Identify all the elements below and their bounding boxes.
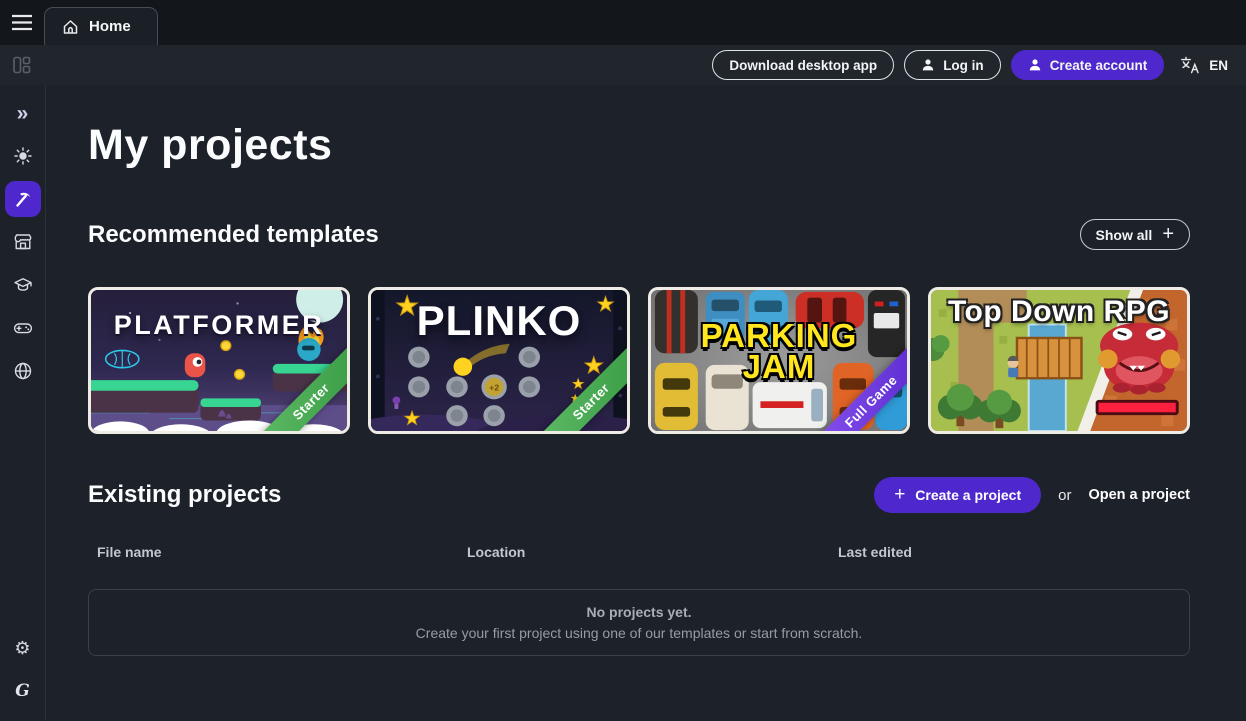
plus-icon: + [1162,224,1174,244]
create-project-button[interactable]: + Create a project [874,477,1041,513]
pickaxe-icon [13,189,33,209]
projects-table-header: File name Location Last edited [88,544,1190,560]
existing-projects-heading: Existing projects [88,481,281,509]
recommended-section-header: Recommended templates Show all + [88,219,1190,250]
template-card-top-down-rpg[interactable]: Top Down RPG [928,287,1190,434]
login-button[interactable]: Log in [904,50,1001,80]
parking-jam-art [651,290,907,431]
double-chevron-right-icon: » [17,103,29,124]
plus-icon: + [894,485,905,504]
page-title: My projects [88,121,1190,170]
toolbar: Download desktop app Log in Create accou… [0,45,1246,85]
show-all-button[interactable]: Show all + [1080,219,1190,250]
sidebar-item-build[interactable] [5,181,41,217]
empty-projects-placeholder: No projects yet. Create your first proje… [88,589,1190,656]
person-icon [921,58,935,72]
panels-icon [12,55,32,75]
open-project-button[interactable]: Open a project [1088,487,1190,503]
download-desktop-app-label: Download desktop app [729,58,877,73]
language-selector[interactable]: EN [1180,56,1228,74]
template-card-parking-jam[interactable]: PARKING JAM Full Game [648,287,910,434]
or-label: or [1058,487,1071,504]
sidebar-item-gdevelop-logo[interactable]: G [5,673,41,709]
tab-home[interactable]: Home [44,7,158,45]
storefront-icon [13,232,33,252]
sidebar-item-get-started[interactable] [5,138,41,174]
column-header-file-name: File name [97,544,467,560]
home-icon [62,19,79,35]
sun-icon [13,146,33,166]
graduation-cap-icon [13,275,33,295]
show-all-label: Show all [1096,227,1153,243]
sidebar-item-play[interactable] [5,310,41,346]
person-icon [1028,58,1042,72]
menu-button[interactable] [0,0,44,45]
platformer-art [91,290,347,431]
template-card-plinko[interactable]: +2 PLINKO Starter [368,287,630,434]
sidebar-item-learn[interactable] [5,267,41,303]
sidebar-item-settings[interactable]: ⚙ [5,630,41,666]
tab-bar: Home [0,0,1246,45]
empty-state-title: No projects yet. [586,604,691,620]
main-content: My projects Recommended templates Show a… [46,85,1246,721]
sidebar: » [0,85,46,721]
gdevelop-logo-icon: G [15,683,30,700]
sidebar-expand-button[interactable]: » [5,95,41,131]
column-header-last-edited: Last edited [838,544,1190,560]
login-label: Log in [943,58,984,73]
shell: » [0,85,1246,721]
column-header-location: Location [467,544,838,560]
game-controller-icon [13,318,33,338]
recommended-heading: Recommended templates [88,221,379,249]
hamburger-icon [11,14,33,31]
template-cards: PLATFORMER Starter [88,287,1190,434]
tab-home-label: Home [89,18,131,35]
project-manager-icon[interactable] [0,45,44,85]
translate-icon [1180,56,1200,74]
existing-projects-header: Existing projects + Create a project or … [88,477,1190,513]
download-desktop-app-button[interactable]: Download desktop app [712,50,894,80]
create-project-label: Create a project [915,487,1021,503]
create-account-button[interactable]: Create account [1011,50,1165,80]
globe-icon [13,361,33,381]
template-card-platformer[interactable]: PLATFORMER Starter [88,287,350,434]
top-down-rpg-art [931,290,1187,431]
empty-state-description: Create your first project using one of o… [416,625,863,641]
plinko-bonus-label: +2 [489,383,499,393]
sidebar-item-shop[interactable] [5,224,41,260]
language-label: EN [1209,58,1228,73]
create-account-label: Create account [1050,58,1148,73]
plinko-art: +2 [371,290,627,431]
gear-icon: ⚙ [14,639,30,657]
sidebar-item-community[interactable] [5,353,41,389]
